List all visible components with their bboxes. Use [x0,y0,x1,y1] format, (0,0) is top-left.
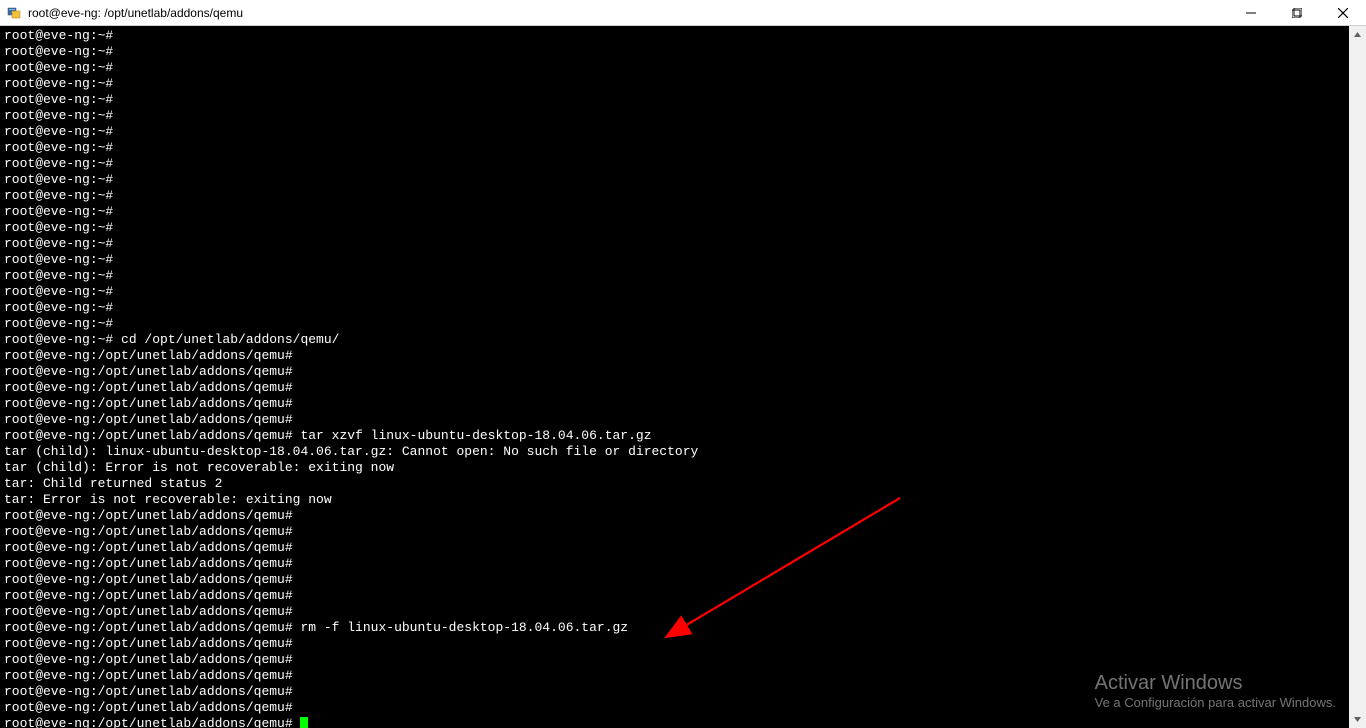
terminal-line: root@eve-ng:/opt/unetlab/addons/qemu# [4,652,1362,668]
window-titlebar: root@eve-ng: /opt/unetlab/addons/qemu [0,0,1366,26]
terminal-line: root@eve-ng:~# [4,92,1362,108]
terminal-line: root@eve-ng:~# cd /opt/unetlab/addons/qe… [4,332,1362,348]
window-controls [1228,0,1366,25]
terminal-line: root@eve-ng:~# [4,316,1362,332]
terminal-line: root@eve-ng:/opt/unetlab/addons/qemu# [4,572,1362,588]
terminal-line: root@eve-ng:/opt/unetlab/addons/qemu# [4,396,1362,412]
terminal-line: root@eve-ng:/opt/unetlab/addons/qemu# [4,588,1362,604]
terminal-cursor [300,717,308,728]
terminal-line: root@eve-ng:~# [4,268,1362,284]
terminal-viewport[interactable]: root@eve-ng:~#root@eve-ng:~#root@eve-ng:… [0,26,1366,728]
terminal-line: root@eve-ng:/opt/unetlab/addons/qemu# [4,380,1362,396]
terminal-line: root@eve-ng:~# [4,28,1362,44]
terminal-line: tar (child): linux-ubuntu-desktop-18.04.… [4,444,1362,460]
scroll-down-icon[interactable] [1349,711,1366,728]
scroll-up-icon[interactable] [1349,26,1366,43]
terminal-line: root@eve-ng:~# [4,124,1362,140]
scrollbar-track[interactable] [1349,43,1366,711]
terminal-line: root@eve-ng:~# [4,76,1362,92]
terminal-line: tar: Child returned status 2 [4,476,1362,492]
terminal-line: root@eve-ng:/opt/unetlab/addons/qemu# [4,540,1362,556]
terminal-line: root@eve-ng:~# [4,252,1362,268]
terminal-line: root@eve-ng:~# [4,108,1362,124]
terminal-line: root@eve-ng:/opt/unetlab/addons/qemu# [4,684,1362,700]
terminal-line: root@eve-ng:/opt/unetlab/addons/qemu# [4,364,1362,380]
terminal-line: root@eve-ng:/opt/unetlab/addons/qemu# [4,604,1362,620]
terminal-line: root@eve-ng:/opt/unetlab/addons/qemu# [4,556,1362,572]
putty-icon [6,5,22,21]
terminal-line: root@eve-ng:~# [4,44,1362,60]
terminal-line: root@eve-ng:~# [4,60,1362,76]
terminal-line: root@eve-ng:~# [4,284,1362,300]
terminal-line: root@eve-ng:/opt/unetlab/addons/qemu# [4,508,1362,524]
terminal-line: root@eve-ng:/opt/unetlab/addons/qemu# [4,524,1362,540]
vertical-scrollbar[interactable] [1349,26,1366,728]
terminal-line: root@eve-ng:~# [4,156,1362,172]
terminal-line: root@eve-ng:/opt/unetlab/addons/qemu# [4,700,1362,716]
terminal-line: root@eve-ng:~# [4,204,1362,220]
terminal-line: root@eve-ng:/opt/unetlab/addons/qemu# [4,348,1362,364]
minimize-button[interactable] [1228,0,1274,25]
terminal-line: root@eve-ng:~# [4,220,1362,236]
terminal-line: root@eve-ng:~# [4,172,1362,188]
terminal-line: root@eve-ng:/opt/unetlab/addons/qemu# [4,636,1362,652]
terminal-line: root@eve-ng:~# [4,300,1362,316]
terminal-line: root@eve-ng:~# [4,188,1362,204]
terminal-line: root@eve-ng:/opt/unetlab/addons/qemu# rm… [4,620,1362,636]
terminal-line: tar: Error is not recoverable: exiting n… [4,492,1362,508]
close-button[interactable] [1320,0,1366,25]
maximize-button[interactable] [1274,0,1320,25]
window-title: root@eve-ng: /opt/unetlab/addons/qemu [28,6,243,20]
terminal-line: root@eve-ng:/opt/unetlab/addons/qemu# ta… [4,428,1362,444]
terminal-line: root@eve-ng:/opt/unetlab/addons/qemu# [4,412,1362,428]
terminal-line: root@eve-ng:/opt/unetlab/addons/qemu# [4,716,1362,728]
terminal-line: root@eve-ng:~# [4,140,1362,156]
terminal-line: root@eve-ng:~# [4,236,1362,252]
terminal-line: tar (child): Error is not recoverable: e… [4,460,1362,476]
terminal-line: root@eve-ng:/opt/unetlab/addons/qemu# [4,668,1362,684]
